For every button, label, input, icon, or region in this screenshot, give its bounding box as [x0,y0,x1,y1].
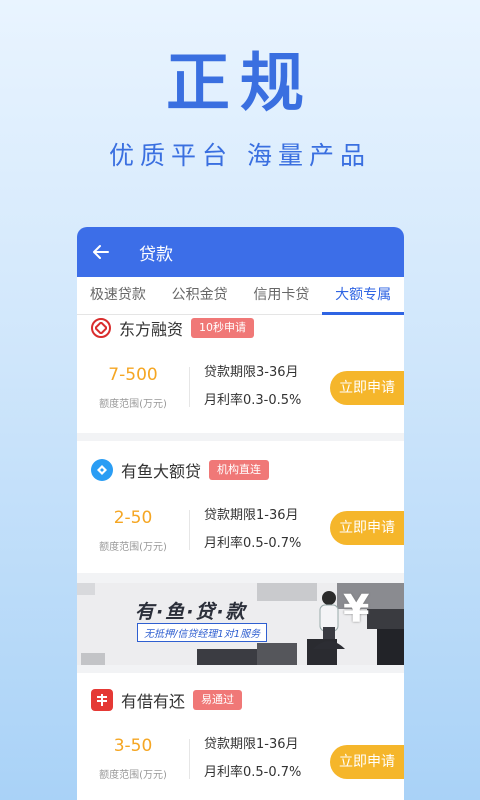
interest-rate: 月利率0.5-0.7% [204,536,302,551]
apply-button[interactable]: 立即申请 [330,511,404,545]
phone-screen: 贷款 极速贷款 公积金贷 信用卡贷 大额专属 东方融资 10秒申请 7-500 … [77,227,404,800]
status-badge: 10秒申请 [191,318,255,338]
tab-bar: 极速贷款 公积金贷 信用卡贷 大额专属 [77,277,404,315]
apply-button[interactable]: 立即申请 [330,745,404,779]
yen-icon: ¥ [343,587,370,631]
product-name: 东方融资 [119,320,184,339]
tab-fast-loan[interactable]: 极速贷款 [77,277,159,314]
apply-button[interactable]: 立即申请 [330,371,404,405]
loan-term: 贷款期限1-36月 [204,736,299,752]
dongfang-logo-icon [91,318,111,338]
loan-card[interactable]: 东方融资 10秒申请 7-500 额度范围(万元) 贷款期限3-36月 月利率0… [77,315,404,433]
product-name: 有借有还 [121,692,186,711]
tab-provident-fund[interactable]: 公积金贷 [159,277,241,314]
hero-subtitle: 优质平台 海量产品 [109,141,371,170]
back-arrow-icon[interactable] [91,242,111,262]
status-badge: 易通过 [193,690,243,710]
amount-label: 额度范围(万元) [99,398,167,410]
status-badge: 机构直连 [209,460,270,480]
hero-title: 正规 [166,47,314,121]
tab-large-amount[interactable]: 大额专属 [322,277,404,315]
youyu-logo-icon [91,459,113,481]
product-name: 有鱼大额贷 [121,462,202,481]
interest-rate: 月利率0.5-0.7% [204,764,302,780]
loan-term: 贷款期限1-36月 [204,508,299,523]
tab-credit-card[interactable]: 信用卡贷 [241,277,323,314]
interest-rate: 月利率0.3-0.5% [204,393,302,408]
banner-subtitle: 无抵押/信贷经理1对1服务 [137,623,268,642]
amount-label: 额度范围(万元) [99,541,167,553]
loan-card[interactable]: 有鱼大额贷 机构直连 2-50 额度范围(万元) 贷款期限1-36月 月利率0.… [77,441,404,573]
amount-range: 2-50 [113,507,153,528]
app-bar: 贷款 [77,227,404,277]
amount-label: 额度范围(万元) [99,770,167,781]
page-title: 贷款 [139,244,173,265]
amount-range: 7-500 [108,364,158,385]
promo-banner[interactable]: 有·鱼·贷·款 无抵押/信贷经理1对1服务 ¥ [77,583,404,665]
loan-term: 贷款期限3-36月 [204,365,299,380]
banner-title: 有·鱼·贷·款 [135,601,247,623]
loan-card[interactable]: 有借有还 易通过 3-50 额度范围(万元) 贷款期限1-36月 月利率0.5-… [77,673,404,800]
amount-range: 3-50 [113,736,153,756]
youjie-logo-icon [91,689,113,711]
